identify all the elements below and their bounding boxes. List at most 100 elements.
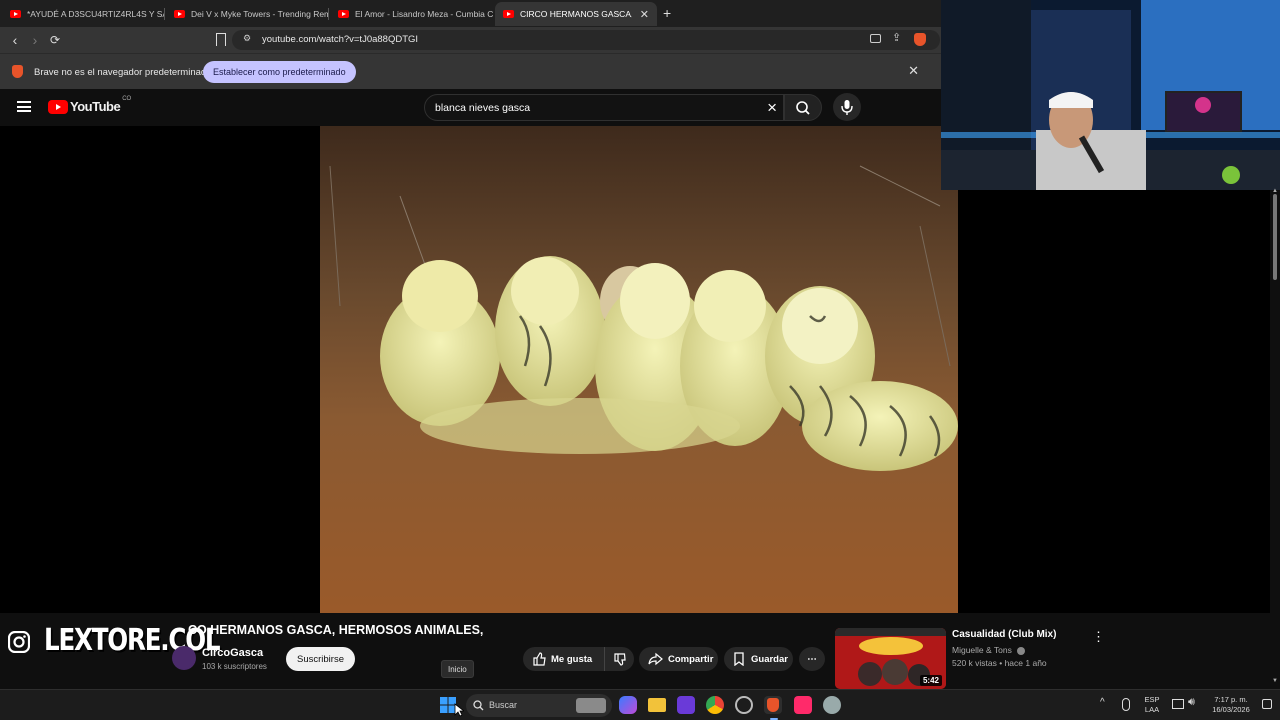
recommended-title[interactable]: Casualidad (Club Mix) (952, 629, 1056, 640)
taskbar-search-icon (473, 700, 484, 711)
thumbs-down-icon (613, 653, 626, 666)
recommended-meta: 520 k vistas • hace 1 año (952, 658, 1047, 668)
tab-3-label: El Amor - Lisandro Meza - Cumbia C (355, 9, 493, 19)
cast-icon[interactable] (870, 34, 881, 43)
youtube-logo[interactable]: YouTube CO (48, 95, 132, 114)
like-button[interactable]: Me gusta (523, 647, 606, 671)
video-frame-tigers (320, 126, 958, 613)
microphone-icon (841, 100, 853, 115)
reload-icon[interactable]: ⟳ (46, 31, 64, 49)
instagram-icon (8, 631, 30, 653)
video-title: CO HERMANOS GASCA, HERMOSOS ANIMALES, (188, 623, 484, 637)
network-icon[interactable] (1172, 699, 1184, 709)
share-icon[interactable]: ⇪ (892, 31, 901, 44)
subscribe-button[interactable]: Suscribirse (286, 647, 355, 671)
scroll-up-icon[interactable]: ▲ (1272, 188, 1278, 194)
taskbar-search[interactable]: Buscar (466, 694, 612, 717)
browser-toolbar: ‹ › ⟳ ⚙ youtube.com/watch?v=tJ0a88QDTGI … (0, 27, 941, 53)
tray-microphone-icon[interactable] (1122, 698, 1130, 711)
brave-logo-icon (12, 65, 23, 78)
address-bar[interactable]: ⚙ youtube.com/watch?v=tJ0a88QDTGI ⇪ (232, 30, 940, 50)
scrollbar-thumb[interactable] (1273, 194, 1277, 280)
set-default-button[interactable]: Establecer como predeterminado (203, 61, 356, 83)
country-code: CO (122, 95, 132, 102)
search-input[interactable]: blanca nieves gasca × (424, 94, 784, 121)
like-label: Me gusta (551, 653, 593, 665)
save-label: Guardar (751, 653, 788, 665)
menu-icon[interactable] (17, 101, 31, 112)
language-indicator[interactable]: ESP LAA (1142, 695, 1162, 715)
bookmark-save-icon (734, 652, 744, 666)
bookmark-icon[interactable] (216, 33, 226, 46)
webcam-feed-image (941, 0, 1280, 190)
youtube-play-icon (48, 99, 68, 114)
tiktok-icon[interactable] (794, 696, 812, 714)
tab-divider (164, 8, 165, 20)
infobar-message: Brave no es el navegador predeterminado (34, 67, 212, 78)
copilot-icon[interactable] (619, 696, 637, 714)
more-horizontal-icon: ⋯ (807, 653, 817, 665)
tab-divider (328, 8, 329, 20)
forward-icon[interactable]: › (26, 31, 44, 49)
tab-2[interactable]: Dei V x Myke Towers - Trending Rem (166, 2, 329, 26)
search-icon (796, 101, 810, 115)
new-tab-icon[interactable]: + (663, 5, 671, 21)
clock-date: 16/03/2026 (1212, 705, 1250, 714)
youtube-favicon-icon (10, 10, 21, 18)
brave-taskbar-button[interactable] (764, 696, 782, 714)
tab-4-label: CIRCO HERMANOS GASCA, HER (520, 9, 632, 19)
voice-search-button[interactable] (833, 93, 861, 121)
notifications-icon[interactable] (1262, 699, 1272, 709)
language-code: ESP (1144, 695, 1160, 704)
youtube-wordmark: YouTube (70, 99, 121, 114)
save-button[interactable]: Guardar (724, 647, 793, 671)
video-player[interactable] (320, 126, 958, 613)
url-text: youtube.com/watch?v=tJ0a88QDTGI (262, 34, 419, 45)
brave-icon (767, 698, 779, 712)
windows-taskbar: Buscar ^ ESP LAA 🔊︎ 7:17 p. m. 16/03/202… (0, 689, 1280, 720)
tab-2-label: Dei V x Myke Towers - Trending Rem (191, 9, 329, 19)
tab-1-label: *AYUDÉ A D3SCU4RTIZ4RL4S Y SACA (27, 9, 165, 19)
tab-3[interactable]: El Amor - Lisandro Meza - Cumbia C (330, 2, 493, 26)
tray-overflow-icon[interactable]: ^ (1100, 697, 1105, 708)
share-button[interactable]: Compartir (639, 647, 718, 671)
taskbar-search-label: Buscar (489, 700, 518, 710)
search-button[interactable] (784, 94, 822, 121)
file-explorer-icon[interactable] (648, 698, 666, 712)
recommended-more-icon[interactable]: ⋮ (1092, 629, 1105, 645)
video-letterbox-right (958, 190, 1270, 613)
settings-gear-icon[interactable] (823, 696, 841, 714)
keyboard-layout: LAA (1144, 705, 1160, 714)
subscriber-count: 103 k suscriptores (202, 662, 267, 671)
brave-shields-icon[interactable] (914, 33, 926, 46)
search-query: blanca nieves gasca (435, 102, 531, 114)
channel-name[interactable]: CircoGasca (202, 647, 263, 659)
app-circle-icon[interactable] (735, 696, 753, 714)
tab-4-active[interactable]: CIRCO HERMANOS GASCA, HER ✕ (495, 2, 657, 26)
scroll-down-icon[interactable]: ▼ (1272, 678, 1278, 684)
site-settings-icon[interactable]: ⚙ (243, 33, 251, 44)
dislike-button[interactable] (604, 647, 634, 671)
page-scrollbar[interactable]: ▲ ▼ (1270, 188, 1280, 690)
youtube-favicon-icon (338, 10, 349, 18)
thumbs-up-icon (533, 652, 546, 666)
back-icon[interactable]: ‹ (6, 31, 24, 49)
youtube-favicon-icon (503, 10, 514, 18)
clear-search-icon[interactable]: × (767, 98, 777, 118)
tab-1[interactable]: *AYUDÉ A D3SCU4RTIZ4RL4S Y SACA (2, 2, 165, 26)
clock-time: 7:17 p. m. (1214, 695, 1248, 704)
recommended-channel: Miguelle & Tons (952, 645, 1026, 655)
close-infobar-icon[interactable]: ✕ (908, 63, 919, 79)
twitch-app-icon[interactable] (677, 696, 695, 714)
clock[interactable]: 7:17 p. m. 16/03/2026 (1206, 695, 1256, 715)
channel-avatar[interactable] (172, 646, 196, 670)
default-browser-infobar: Brave no es el navegador predeterminado … (0, 53, 941, 89)
recommended-thumbnail[interactable]: 5:42 (835, 628, 946, 689)
volume-icon[interactable]: 🔊︎ (1188, 696, 1195, 709)
verified-icon (1017, 646, 1026, 655)
youtube-favicon-icon (174, 10, 185, 18)
chrome-icon[interactable] (706, 696, 724, 714)
tab-strip: *AYUDÉ A D3SCU4RTIZ4RL4S Y SACA Dei V x … (0, 0, 941, 27)
close-tab-icon[interactable]: ✕ (640, 8, 649, 21)
more-actions-button[interactable]: ⋯ (799, 647, 825, 671)
